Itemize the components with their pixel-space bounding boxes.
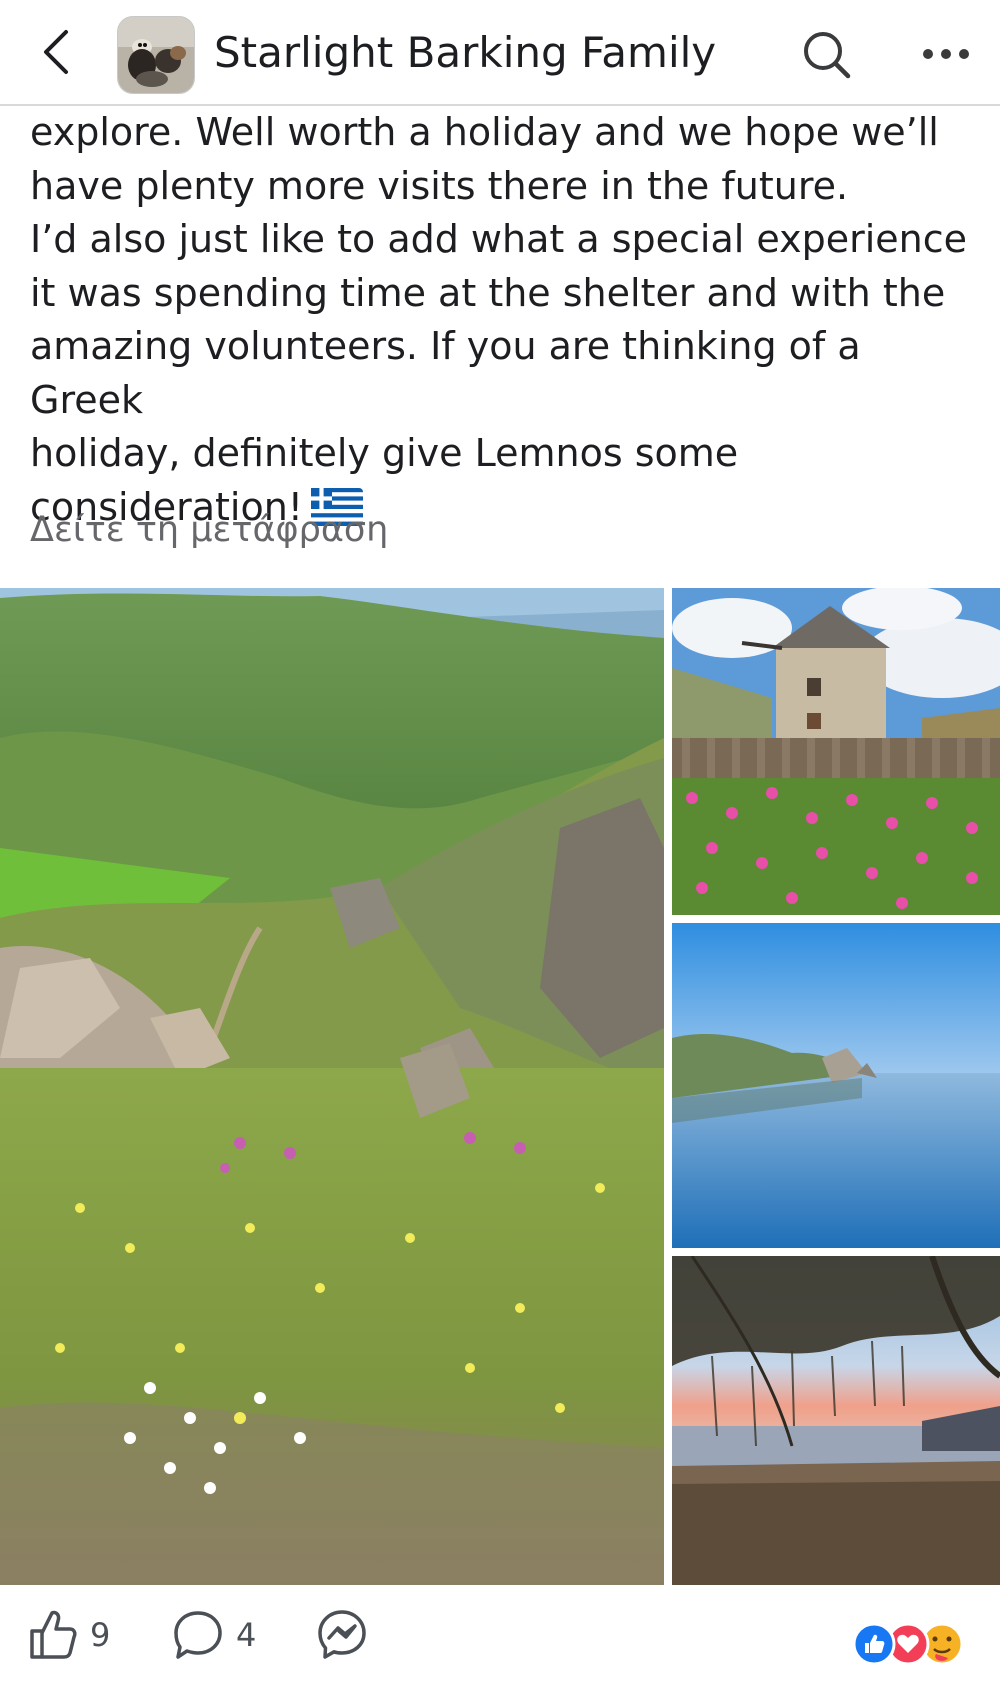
comment-bubble-icon	[174, 1611, 222, 1659]
photo-stone-windmill-pink-flowers[interactable]	[672, 588, 1000, 915]
page-title[interactable]: Starlight Barking Family	[214, 27, 716, 79]
messenger-share-button[interactable]	[316, 1607, 372, 1663]
photo-sunset-beach-tree[interactable]	[672, 1256, 1000, 1585]
photo-green-valley-wildflowers[interactable]	[0, 588, 664, 1585]
top-bar: Starlight Barking Family	[0, 0, 1000, 106]
post-line: amazing volunteers. If you are thinking …	[30, 324, 861, 422]
reaction-summary[interactable]	[848, 1622, 968, 1666]
comment-button[interactable]: 4	[172, 1607, 262, 1663]
more-options-button[interactable]	[918, 36, 974, 72]
search-button[interactable]	[800, 28, 854, 82]
post-body: explore. Well worth a holiday and we hop…	[30, 106, 980, 540]
post-line: explore. Well worth a holiday and we hop…	[30, 110, 939, 154]
post-line: I’d also just like to add what a special…	[30, 217, 968, 261]
post-line: holiday, definitely give Lemnos some	[30, 431, 739, 475]
see-translation-link[interactable]: Δείτε τη μετάφραση	[30, 506, 388, 554]
post-line: it was spending time at the shelter and …	[30, 270, 946, 315]
comment-count: 4	[236, 1616, 257, 1654]
like-count: 9	[90, 1616, 111, 1654]
messenger-icon	[318, 1610, 366, 1659]
search-icon	[804, 32, 851, 79]
thumbs-up-icon	[30, 1610, 77, 1659]
photo-calm-sea-cliffs[interactable]	[672, 923, 1000, 1248]
more-dots-icon	[923, 49, 969, 59]
like-button[interactable]: 9	[28, 1607, 118, 1663]
chevron-left-icon	[44, 30, 68, 74]
post-line: have plenty more visits there in the fut…	[30, 163, 849, 208]
page-avatar[interactable]	[117, 16, 195, 94]
like-reaction-icon	[852, 1622, 896, 1666]
back-button[interactable]	[34, 22, 78, 82]
